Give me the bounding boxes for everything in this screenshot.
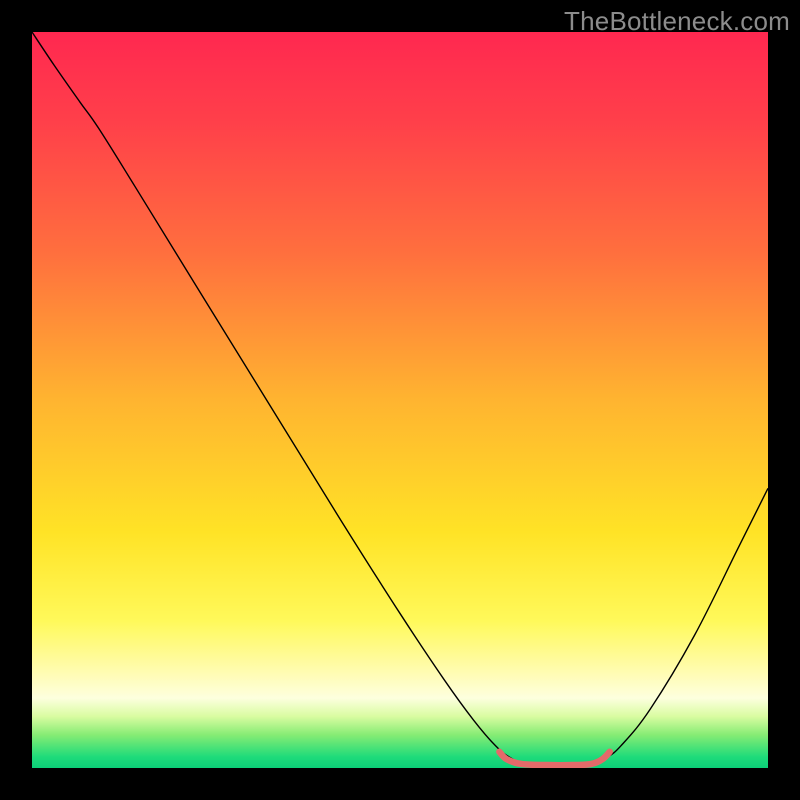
chart-frame: TheBottleneck.com: [0, 0, 800, 800]
chart-plot-area: [32, 32, 768, 768]
watermark-text: TheBottleneck.com: [564, 6, 790, 37]
gradient-background: [32, 32, 768, 768]
chart-svg: [32, 32, 768, 768]
